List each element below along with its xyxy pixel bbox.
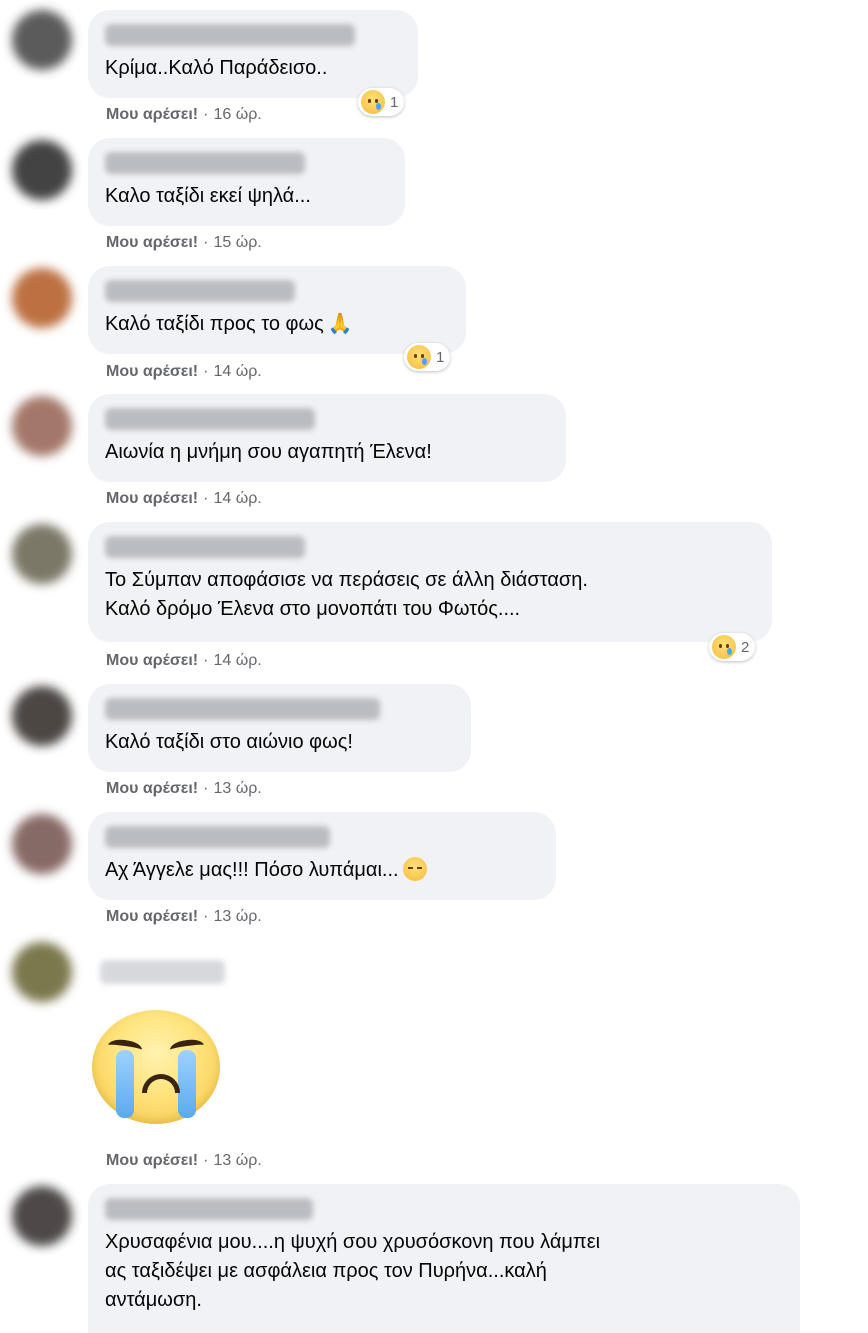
comment-text: Καλό ταξίδι προς το φως 🙏 <box>105 313 353 335</box>
comment-bubble: Κρίμα..Καλό Παράδεισο.. <box>88 10 418 98</box>
comment-meta: Μου αρέσει! · 14 ώρ. <box>106 363 262 380</box>
sad-reaction-icon <box>712 635 736 659</box>
disappointed-face-icon <box>402 857 427 881</box>
comment-meta: Μου αρέσει! · 15 ώρ. <box>106 234 262 251</box>
timestamp[interactable]: 13 ώρ. <box>213 908 261 925</box>
comment-text: Καλο ταξίδι εκεί ψηλά... <box>105 185 311 207</box>
reaction-badge[interactable]: 1 <box>404 343 451 371</box>
comment-bubble: Χρυσαφένια μου....η ψυχή σου χρυσόσκονη … <box>88 1184 800 1333</box>
reaction-count: 2 <box>741 638 750 656</box>
reaction-badge[interactable]: 2 <box>709 633 756 661</box>
comment-meta: Μου αρέσει! · 14 ώρ. <box>106 490 262 507</box>
like-link[interactable]: Μου αρέσει! <box>106 908 198 925</box>
author-name-redacted[interactable] <box>100 960 225 984</box>
comment-meta: Μου αρέσει! · 13 ώρ. <box>106 908 262 925</box>
avatar[interactable] <box>12 268 72 328</box>
author-name-redacted[interactable] <box>105 536 305 558</box>
avatar[interactable] <box>12 1186 72 1246</box>
comment-bubble: Καλό ταξίδι προς το φως 🙏 <box>88 266 466 354</box>
reaction-badge[interactable]: 1 <box>358 88 405 116</box>
sad-reaction-icon <box>361 90 385 114</box>
like-link[interactable]: Μου αρέσει! <box>106 652 198 669</box>
praying-hands-icon: 🙏 <box>327 313 353 335</box>
author-name-redacted[interactable] <box>105 152 305 174</box>
crying-face-sticker <box>92 1010 220 1124</box>
comment-text: Κρίμα..Καλό Παράδεισο.. <box>105 57 328 79</box>
comment-bubble: Αιωνία η μνήμη σου αγαπητή Έλενα! <box>88 394 566 482</box>
comment-text: Το Σύμπαν αποφάσισε να περάσεις σε άλλη … <box>105 569 588 620</box>
comment-text: Αχ Άγγελε μας!!! Πόσο λυπάμαι... <box>105 856 538 885</box>
avatar[interactable] <box>12 140 72 200</box>
comment-bubble: Καλό ταξίδι στο αιώνιο φως! <box>88 684 471 772</box>
timestamp[interactable]: 14 ώρ. <box>213 363 261 380</box>
timestamp[interactable]: 14 ώρ. <box>213 652 261 669</box>
comment-text: Καλό ταξίδι στο αιώνιο φως! <box>105 731 353 753</box>
like-link[interactable]: Μου αρέσει! <box>106 780 198 797</box>
comment-meta: Μου αρέσει! · 13 ώρ. <box>106 780 262 797</box>
timestamp[interactable]: 14 ώρ. <box>213 490 261 507</box>
like-link[interactable]: Μου αρέσει! <box>106 1152 198 1169</box>
reaction-count: 1 <box>390 93 399 111</box>
like-link[interactable]: Μου αρέσει! <box>106 106 198 123</box>
author-name-redacted[interactable] <box>105 698 380 720</box>
avatar[interactable] <box>12 942 72 1002</box>
comment-meta: Μου αρέσει! · 14 ώρ. <box>106 652 262 669</box>
author-name-redacted[interactable] <box>105 408 315 430</box>
timestamp[interactable]: 16 ώρ. <box>213 106 261 123</box>
avatar[interactable] <box>12 686 72 746</box>
timestamp[interactable]: 13 ώρ. <box>213 1152 261 1169</box>
avatar[interactable] <box>12 10 72 70</box>
comment-bubble: Αχ Άγγελε μας!!! Πόσο λυπάμαι... <box>88 812 556 900</box>
like-link[interactable]: Μου αρέσει! <box>106 234 198 251</box>
author-name-redacted[interactable] <box>105 1198 313 1220</box>
author-name-redacted[interactable] <box>105 826 330 848</box>
avatar[interactable] <box>12 396 72 456</box>
comment-meta: Μου αρέσει! · 13 ώρ. <box>106 1152 262 1169</box>
timestamp[interactable]: 13 ώρ. <box>213 780 261 797</box>
comment-text: Αιωνία η μνήμη σου αγαπητή Έλενα! <box>105 441 432 463</box>
timestamp[interactable]: 15 ώρ. <box>213 234 261 251</box>
avatar[interactable] <box>12 524 72 584</box>
sad-reaction-icon <box>407 345 431 369</box>
reaction-count: 1 <box>436 348 445 366</box>
avatar[interactable] <box>12 814 72 874</box>
author-name-redacted[interactable] <box>105 280 295 302</box>
like-link[interactable]: Μου αρέσει! <box>106 363 198 380</box>
comment-bubble: Καλο ταξίδι εκεί ψηλά... <box>88 138 405 226</box>
comment-bubble: Το Σύμπαν αποφάσισε να περάσεις σε άλλη … <box>88 522 772 642</box>
author-name-redacted[interactable] <box>105 24 355 46</box>
comment-text: Χρυσαφένια μου....η ψυχή σου χρυσόσκονη … <box>105 1231 601 1311</box>
comment-meta: Μου αρέσει! · 16 ώρ. <box>106 106 262 123</box>
like-link[interactable]: Μου αρέσει! <box>106 490 198 507</box>
